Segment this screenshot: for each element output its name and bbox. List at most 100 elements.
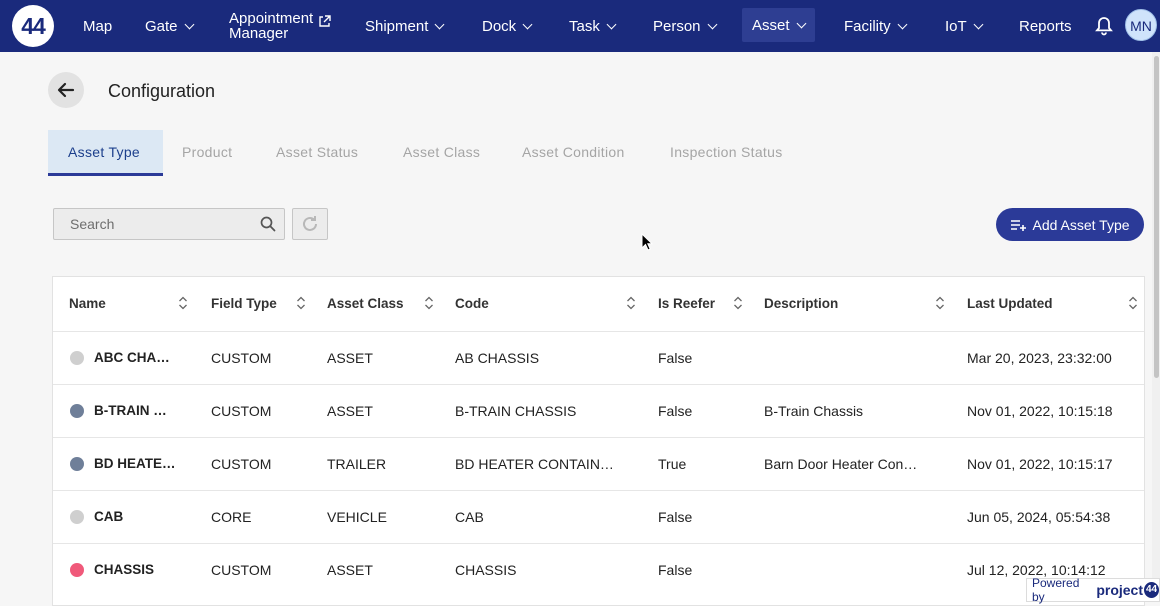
nav-facility-label: Facility [844,17,891,35]
add-list-icon [1011,219,1027,231]
nav-reports[interactable]: Reports [1019,0,1072,52]
nav-gate[interactable]: Gate [145,0,194,52]
chevron-down-icon [184,19,194,29]
column-header-asset-class[interactable]: Asset Class [327,277,404,331]
sort-icon[interactable] [1128,296,1138,310]
cell-field-type: CORE [211,509,252,525]
nav-task-label: Task [569,17,600,35]
search-input[interactable] [68,215,252,233]
table-row[interactable]: CHASSIS CUSTOM ASSET CHASSIS False Jul 1… [53,543,1144,596]
nav-appointment-manager[interactable]: Appointment Manager [229,0,331,52]
table-row[interactable]: BD HEATE… CUSTOM TRAILER BD HEATER CONTA… [53,437,1144,490]
back-button[interactable] [48,72,84,108]
cell-name: CHASSIS [94,562,155,577]
sort-icon[interactable] [424,296,434,310]
logo[interactable]: 44 [12,5,54,47]
sort-icon[interactable] [733,296,743,310]
nav-dock[interactable]: Dock [482,0,533,52]
chevron-down-icon [707,19,717,29]
tab-product[interactable]: Product [182,130,232,176]
chevron-down-icon [606,19,617,29]
cell-asset-class: ASSET [327,403,373,419]
nav-iot[interactable]: IoT [945,0,984,52]
cell-name: CAB [94,509,124,524]
column-header-description[interactable]: Description [764,277,838,331]
chevron-down-icon [522,19,533,29]
cell-field-type: CUSTOM [211,403,272,419]
nav-gate-label: Gate [145,17,178,35]
mouse-cursor-icon [641,233,653,251]
nav-person[interactable]: Person [653,0,717,52]
column-header-code[interactable]: Code [455,277,489,331]
color-dot [70,457,84,471]
cell-is-reefer: True [658,456,687,472]
nav-iot-label: IoT [945,17,967,35]
cell-field-type: CUSTOM [211,562,272,578]
bell-icon[interactable] [1095,16,1113,36]
page-scrollbar[interactable] [1152,52,1160,602]
cell-asset-class: ASSET [327,562,373,578]
table-row[interactable]: ABC CHA… CUSTOM ASSET AB CHASSIS False M… [53,331,1144,384]
sort-icon[interactable] [296,296,306,310]
cell-is-reefer: False [658,509,693,525]
sort-icon[interactable] [178,296,188,310]
cell-code: B-TRAIN CHASSIS [455,403,577,419]
chevron-down-icon [897,19,908,29]
asset-type-table: Name Field Type Asset Class Code Is Reef… [52,276,1145,606]
nav-shipment-label: Shipment [365,17,429,35]
cell-is-reefer: False [658,562,693,578]
search-icon[interactable] [260,216,276,232]
nav-asset-label: Asset [752,16,790,34]
powered-by-badge[interactable]: Powered by project 44 [1026,576,1160,604]
refresh-icon [303,216,317,231]
brand-mark-icon: 44 [1144,582,1159,598]
nav-task[interactable]: Task [569,0,617,52]
chevron-down-icon [434,19,445,29]
column-header-last-updated[interactable]: Last Updated [967,277,1053,331]
page-title: Configuration [108,81,216,101]
nav-dock-label: Dock [482,17,517,35]
cell-is-reefer: False [658,350,693,366]
cell-field-type: CUSTOM [211,350,272,366]
cell-asset-class: VEHICLE [327,509,387,525]
add-asset-type-button[interactable]: Add Asset Type [996,208,1144,241]
cell-last-updated: Mar 20, 2023, 23:32:00 [967,350,1112,366]
color-dot [70,351,84,365]
nav-asset[interactable]: Asset [742,8,815,42]
table-row[interactable]: B-TRAIN … CUSTOM ASSET B-TRAIN CHASSIS F… [53,384,1144,437]
powered-by-text: Powered by [1032,576,1080,604]
cell-description: B-Train Chassis [764,403,864,419]
cell-asset-class: TRAILER [327,456,387,472]
color-dot [70,510,84,524]
top-nav: 44 Map Gate Appointment Manager Shipment… [0,0,1160,52]
add-asset-type-label: Add Asset Type [1032,216,1130,233]
tab-asset-class[interactable]: Asset Class [403,130,480,176]
tab-asset-status[interactable]: Asset Status [276,130,358,176]
cell-name: ABC CHA… [94,350,170,365]
scrollbar-thumb[interactable] [1154,56,1159,378]
nav-appointment-manager-label: Appointment Manager [229,11,313,41]
sort-icon[interactable] [626,296,636,310]
nav-map[interactable]: Map [83,0,112,52]
cell-last-updated: Nov 01, 2022, 10:15:18 [967,403,1113,419]
nav-shipment[interactable]: Shipment [365,0,445,52]
cell-code: CAB [455,509,484,525]
tab-inspection-status[interactable]: Inspection Status [670,130,783,176]
column-header-name[interactable]: Name [69,277,106,331]
refresh-button[interactable] [292,208,328,240]
column-header-is-reefer[interactable]: Is Reefer [658,277,715,331]
table-row[interactable]: CAB CORE VEHICLE CAB False Jun 05, 2024,… [53,490,1144,543]
nav-appointment-line1: Appointment [229,10,314,27]
cell-field-type: CUSTOM [211,456,272,472]
search-box [53,208,285,240]
tab-asset-type[interactable]: Asset Type [48,130,163,176]
nav-facility[interactable]: Facility [844,0,908,52]
column-header-field-type[interactable]: Field Type [211,277,277,331]
avatar[interactable]: MN [1125,9,1157,41]
cell-code: AB CHASSIS [455,350,540,366]
chevron-down-icon [796,18,806,28]
cell-asset-class: ASSET [327,350,373,366]
sort-icon[interactable] [935,296,945,310]
tab-asset-condition[interactable]: Asset Condition [522,130,625,176]
arrow-left-icon [57,82,75,98]
